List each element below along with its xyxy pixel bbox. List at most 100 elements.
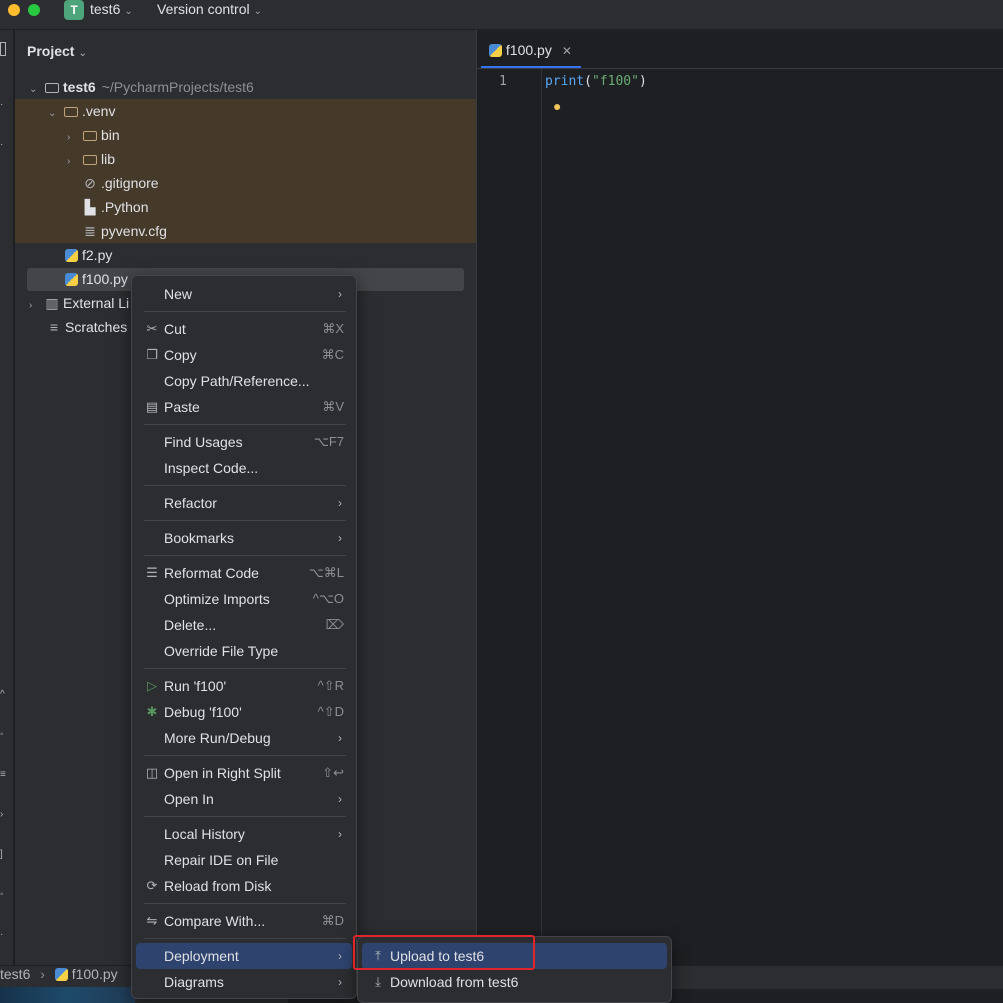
- editor-area[interactable]: f100.py ✕ 1 print("f100") ●: [476, 30, 1003, 935]
- menu-item-paste[interactable]: ▤ Paste ⌘V: [136, 394, 352, 420]
- editor-tab-f100[interactable]: f100.py ✕: [489, 39, 572, 61]
- menu-item-refactor[interactable]: Refactor ›: [136, 490, 352, 516]
- tool-icon[interactable]: ≡: [0, 770, 6, 780]
- folder-icon: [81, 123, 99, 147]
- file-icon: ▙: [84, 199, 96, 215]
- menu-item-reload-from-disk[interactable]: ⟳ Reload from Disk: [136, 873, 352, 899]
- menu-separator: [144, 938, 346, 939]
- menu-shortcut: ⌦: [325, 617, 344, 632]
- tool-icon[interactable]: ›: [0, 810, 6, 820]
- compare-icon: ⇋: [146, 913, 158, 928]
- menu-item-optimize-imports[interactable]: Optimize Imports ^⌥O: [136, 586, 352, 612]
- menu-item-compare-with[interactable]: ⇋ Compare With... ⌘D: [136, 908, 352, 934]
- menu-shortcut: ^⇧R: [317, 678, 344, 693]
- tool-icon[interactable]: ·: [0, 140, 6, 150]
- chevron-right-icon[interactable]: ›: [67, 150, 81, 174]
- tree-item-python[interactable]: ▙ .Python: [81, 195, 149, 219]
- project-badge-icon: T: [64, 0, 84, 20]
- menu-item-copy[interactable]: ❐ Copy ⌘C: [136, 342, 352, 368]
- tree-item-bin[interactable]: › bin: [67, 123, 120, 147]
- breadcrumb-file[interactable]: f100.py: [72, 966, 118, 982]
- menu-separator: [144, 520, 346, 521]
- tree-item-label: .venv: [82, 103, 116, 119]
- tree-item-gitignore[interactable]: ⊘ .gitignore: [81, 171, 159, 195]
- menu-item-repair-ide[interactable]: Repair IDE on File: [136, 847, 352, 873]
- menu-item-inspect-code[interactable]: Inspect Code...: [136, 455, 352, 481]
- menu-label: Refactor: [164, 495, 217, 511]
- menu-label: Compare With...: [164, 913, 266, 929]
- menu-shortcut: ⇧↩: [322, 765, 344, 780]
- tree-item-label: pyvenv.cfg: [101, 223, 167, 239]
- tree-item-scratches[interactable]: ≡ Scratches: [45, 315, 127, 339]
- menu-separator: [144, 311, 346, 312]
- project-tool-icon[interactable]: [0, 42, 6, 56]
- menu-item-delete[interactable]: Delete... ⌦: [136, 612, 352, 638]
- menu-item-local-history[interactable]: Local History ›: [136, 821, 352, 847]
- menu-label: Copy Path/Reference...: [164, 373, 310, 389]
- tool-icon[interactable]: ◦: [0, 890, 6, 900]
- chevron-right-icon: ›: [338, 496, 342, 510]
- close-icon[interactable]: ✕: [562, 44, 572, 58]
- menu-label: Local History: [164, 826, 245, 842]
- tree-item-external-libraries[interactable]: › ▥ External Li: [29, 291, 129, 315]
- tree-item-pyvenv[interactable]: ≣ pyvenv.cfg: [81, 219, 167, 243]
- menu-label: Run 'f100': [164, 678, 227, 694]
- menu-item-find-usages[interactable]: Find Usages ⌥F7: [136, 429, 352, 455]
- menu-item-diagrams[interactable]: Diagrams ›: [136, 969, 352, 995]
- code-function: print: [545, 74, 585, 89]
- menu-label: New: [164, 286, 193, 302]
- tree-item-venv[interactable]: ⌄ .venv: [48, 99, 115, 123]
- menu-item-open-right-split[interactable]: ◫ Open in Right Split ⇧↩: [136, 760, 352, 786]
- context-menu: New › ✂ Cut ⌘X ❐ Copy ⌘C Copy Path/Reference.…: [131, 275, 357, 999]
- menu-item-open-in[interactable]: Open In ›: [136, 786, 352, 812]
- lightbulb-icon[interactable]: ●: [553, 98, 561, 114]
- menu-separator: [144, 485, 346, 486]
- menu-label: Deployment: [164, 948, 239, 964]
- tool-icon[interactable]: ·: [0, 100, 6, 110]
- tree-item-lib[interactable]: › lib: [67, 147, 115, 171]
- chevron-right-icon[interactable]: ›: [29, 294, 43, 318]
- run-icon: ▷: [147, 678, 157, 693]
- chevron-down-icon[interactable]: ⌄: [29, 78, 43, 102]
- menu-separator: [144, 903, 346, 904]
- menu-label: Find Usages: [164, 434, 243, 450]
- code-line[interactable]: print("f100"): [545, 74, 647, 89]
- chevron-down-icon[interactable]: ⌄: [48, 102, 62, 126]
- menu-item-new[interactable]: New ›: [136, 281, 352, 307]
- menu-item-copy-path[interactable]: Copy Path/Reference...: [136, 368, 352, 394]
- menu-item-more-run-debug[interactable]: More Run/Debug ›: [136, 725, 352, 751]
- root-name: test6: [63, 79, 96, 95]
- menu-label: Open In: [164, 791, 214, 807]
- menu-item-reformat-code[interactable]: ☰ Reformat Code ⌥⌘L: [136, 560, 352, 586]
- tool-icon[interactable]: ◦: [0, 730, 6, 740]
- project-switcher[interactable]: test6 ⌄: [90, 1, 133, 17]
- project-panel-header[interactable]: Project ⌄: [27, 43, 87, 59]
- breadcrumb-project[interactable]: test6: [0, 966, 30, 982]
- vcs-label: Version control: [157, 1, 250, 17]
- breadcrumb: test6 › f100.py: [0, 966, 118, 983]
- menu-item-override-file-type[interactable]: Override File Type: [136, 638, 352, 664]
- tree-item-label: bin: [101, 127, 120, 143]
- vcs-menu[interactable]: Version control ⌄: [157, 1, 262, 17]
- tree-item-root[interactable]: ⌄ test6 ~/PycharmProjects/test6: [29, 75, 254, 99]
- minimize-button[interactable]: [8, 4, 20, 16]
- menu-item-cut[interactable]: ✂ Cut ⌘X: [136, 316, 352, 342]
- tool-icon[interactable]: ]: [0, 850, 6, 860]
- menu-item-debug[interactable]: ✱ Debug 'f100' ^⇧D: [136, 699, 352, 725]
- tree-item-f100[interactable]: f100.py: [62, 267, 128, 291]
- copy-icon: ❐: [146, 347, 158, 362]
- tree-item-f2[interactable]: f2.py: [62, 243, 112, 267]
- split-icon: ◫: [145, 765, 159, 780]
- scratches-icon: ≡: [49, 319, 59, 335]
- menu-item-deployment[interactable]: Deployment ›: [136, 943, 352, 969]
- menu-item-run[interactable]: ▷ Run 'f100' ^⇧R: [136, 673, 352, 699]
- menu-label: Bookmarks: [164, 530, 235, 546]
- scissors-icon: ✂: [146, 321, 158, 336]
- submenu-item-download[interactable]: ⤓ Download from test6: [362, 969, 667, 995]
- tree-item-label: .gitignore: [101, 175, 159, 191]
- tool-icon[interactable]: ·: [0, 930, 6, 940]
- menu-item-bookmarks[interactable]: Bookmarks ›: [136, 525, 352, 551]
- tool-icon[interactable]: ^: [0, 690, 6, 700]
- zoom-button[interactable]: [28, 4, 40, 16]
- folder-icon: [62, 99, 80, 123]
